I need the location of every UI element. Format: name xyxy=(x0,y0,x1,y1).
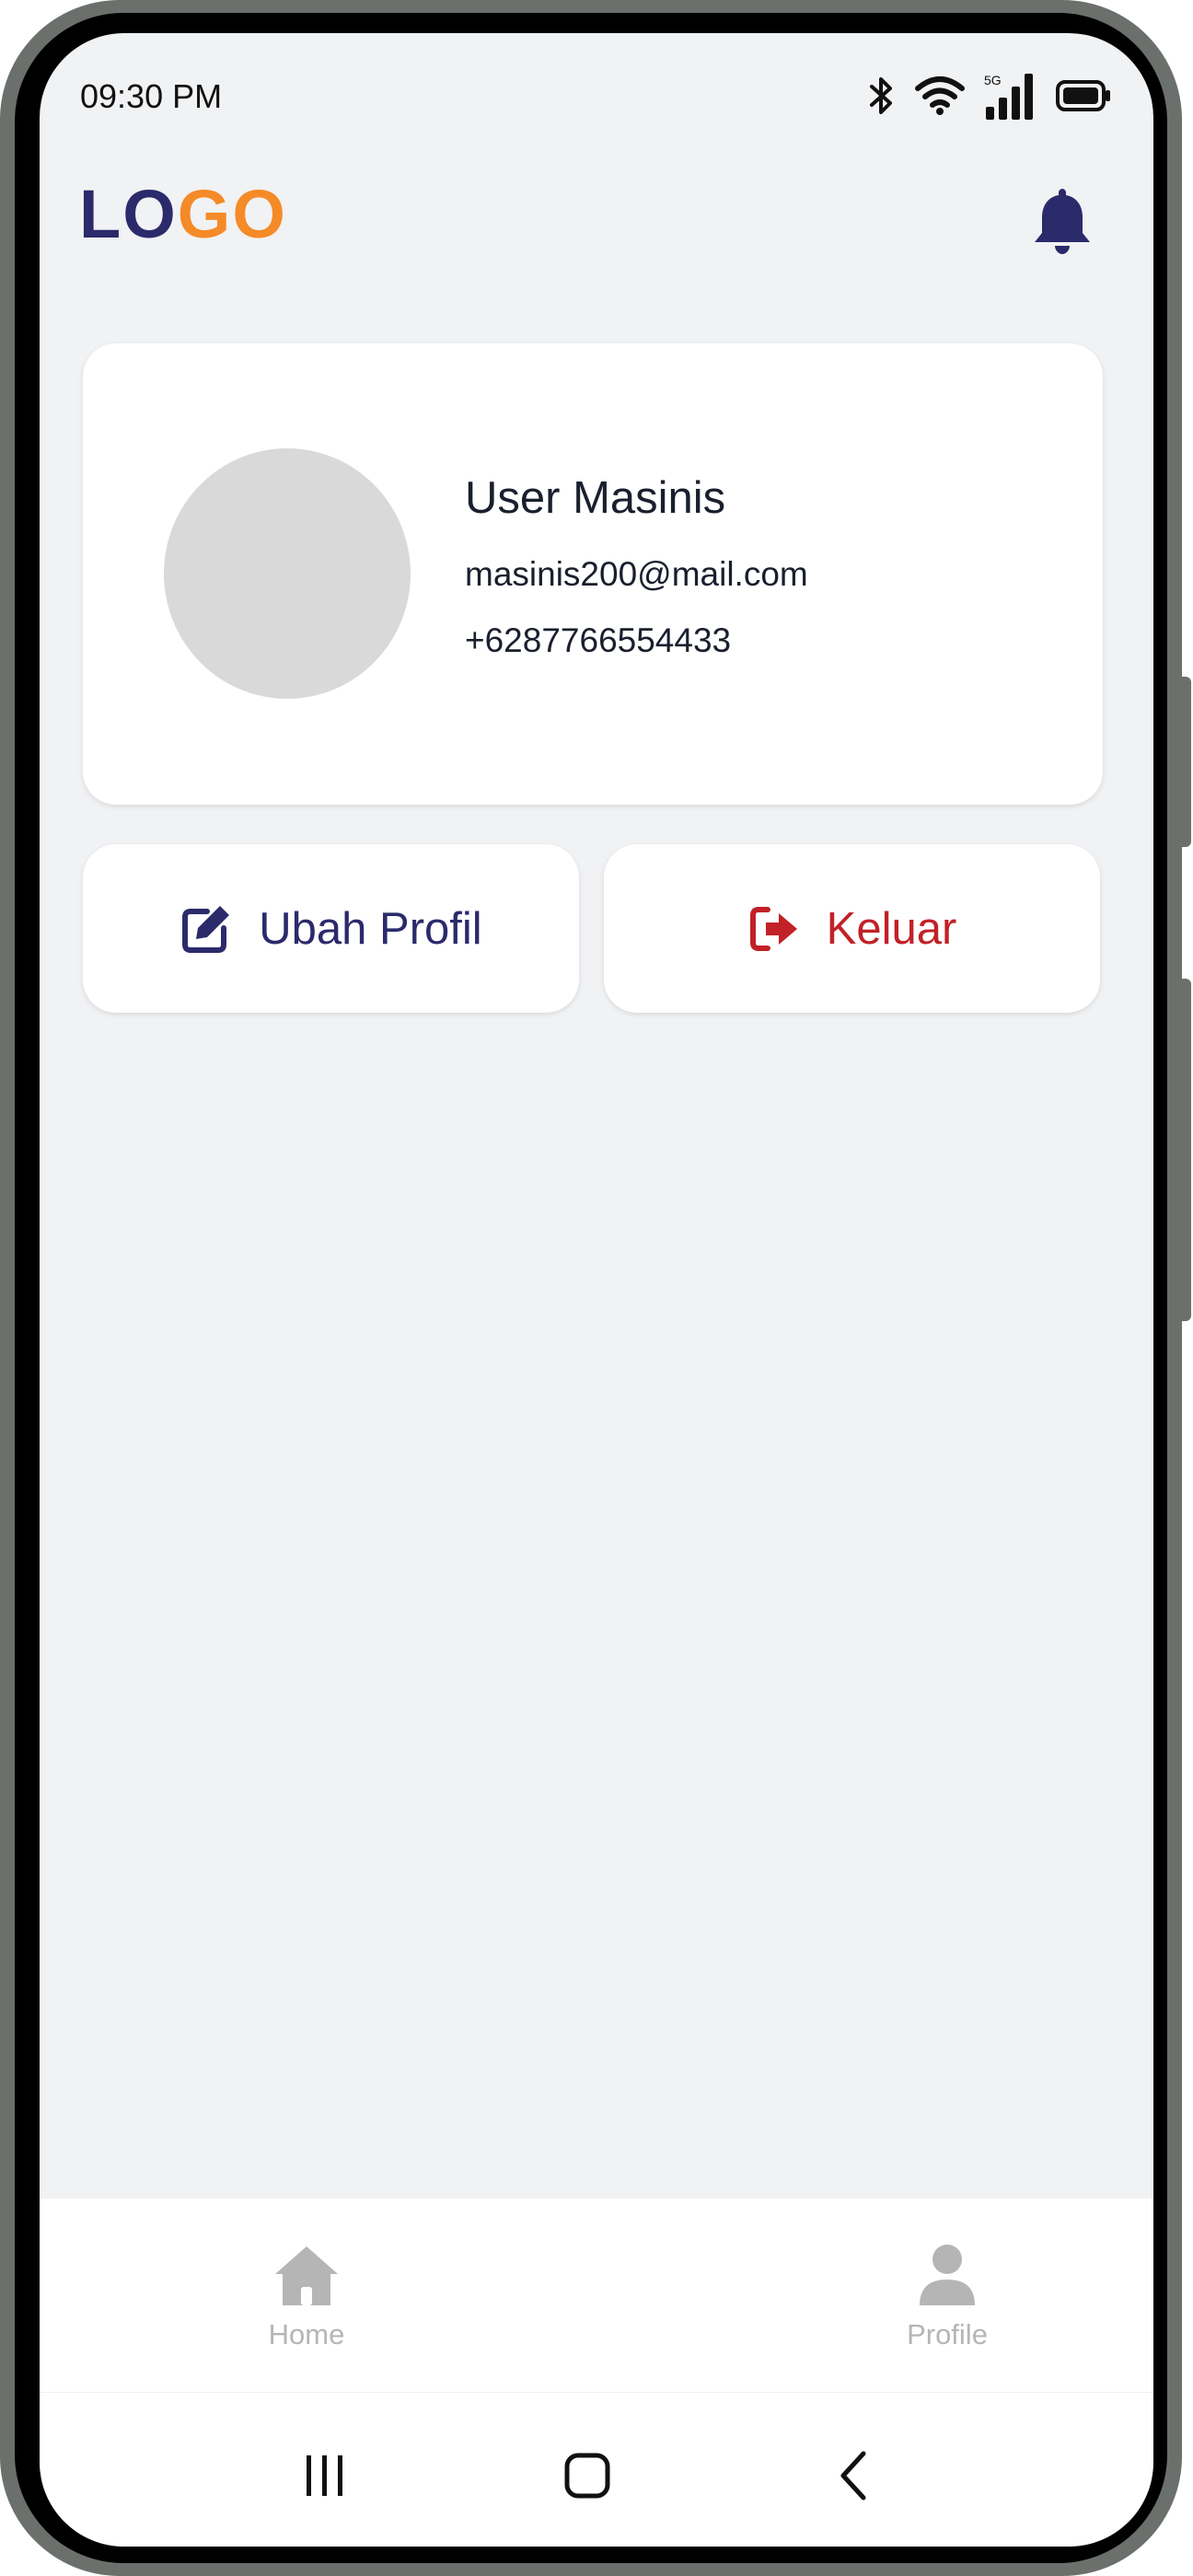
bottom-nav: Home Profile xyxy=(40,2199,1153,2392)
logo-part-1: LO xyxy=(79,176,178,252)
logout-label: Keluar xyxy=(826,903,957,954)
user-name: User Masinis xyxy=(465,473,726,523)
home-icon xyxy=(275,2246,338,2305)
logo-part-2: GO xyxy=(177,176,287,252)
system-nav-bar xyxy=(40,2392,1153,2547)
cellular-signal-icon: 5G xyxy=(984,73,1033,120)
app-screen: 09:30 PM 5G LOGO User Masinis masinis200… xyxy=(40,33,1153,2547)
volume-button xyxy=(1178,677,1191,847)
edit-profile-label: Ubah Profil xyxy=(259,903,482,954)
sign-out-icon xyxy=(749,906,797,951)
user-icon xyxy=(920,2245,975,2305)
back-icon[interactable] xyxy=(817,2439,891,2512)
user-phone: +6287766554433 xyxy=(465,621,732,659)
status-time: 09:30 PM xyxy=(80,77,223,115)
power-button xyxy=(1178,979,1191,1321)
logout-button[interactable]: Keluar xyxy=(604,844,1100,1013)
nav-label-profile: Profile xyxy=(907,2318,988,2350)
recent-apps-icon[interactable] xyxy=(288,2439,362,2512)
nav-label-home: Home xyxy=(268,2318,345,2350)
network-type: 5G xyxy=(984,73,1002,87)
wifi-icon xyxy=(915,76,965,115)
battery-icon xyxy=(1056,80,1110,111)
edit-icon xyxy=(182,905,230,953)
avatar xyxy=(164,448,411,699)
bluetooth-icon xyxy=(870,77,892,114)
bell-icon[interactable] xyxy=(1029,185,1095,259)
profile-card: User Masinis masinis200@mail.com +628776… xyxy=(83,343,1103,805)
home-circle-icon[interactable] xyxy=(550,2439,624,2512)
nav-item-home[interactable]: Home xyxy=(196,2199,417,2392)
nav-item-profile[interactable]: Profile xyxy=(837,2199,1058,2392)
status-icons: 5G xyxy=(850,70,1111,122)
edit-profile-button[interactable]: Ubah Profil xyxy=(83,844,579,1013)
user-email: masinis200@mail.com xyxy=(465,555,808,593)
app-logo[interactable]: LOGO xyxy=(79,180,287,249)
